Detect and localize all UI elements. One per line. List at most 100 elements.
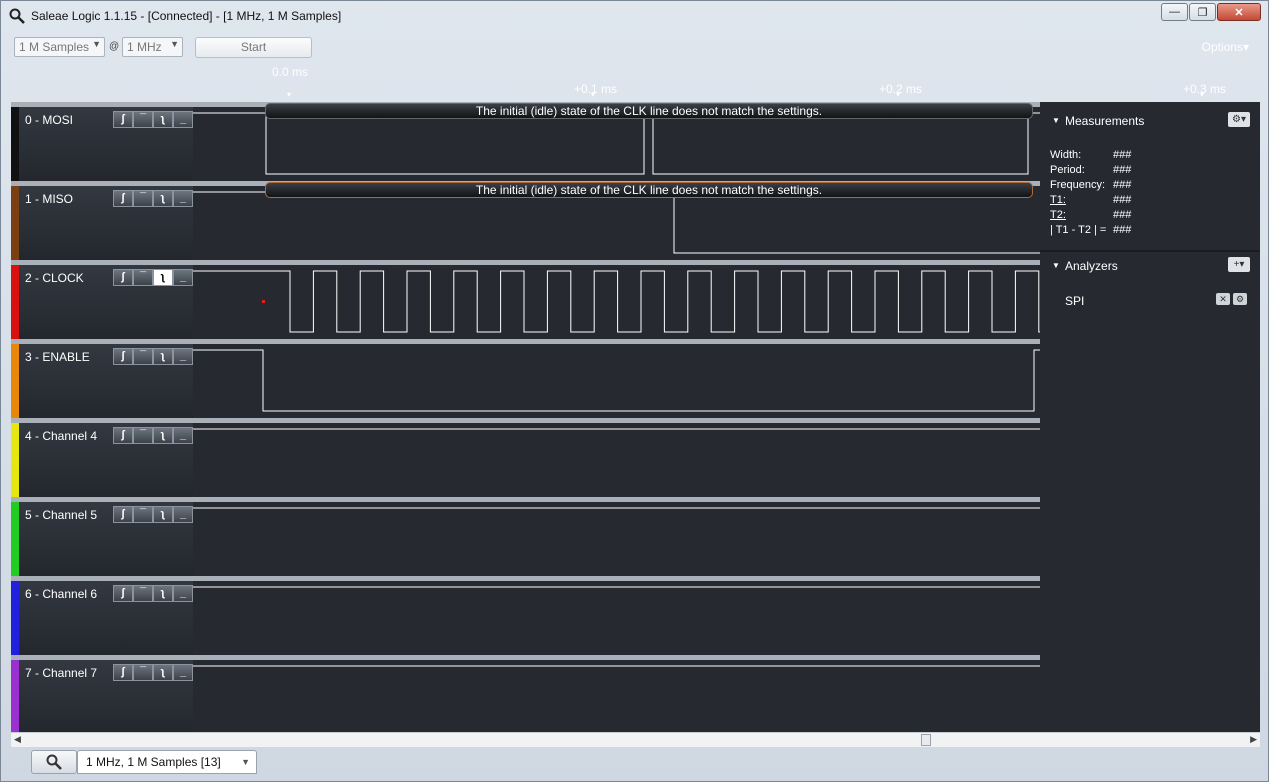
channel-label-box[interactable]: 7 - Channel 7 ʃ ¯ ʅ _ <box>19 660 193 734</box>
trigger-buttons: ʃ ¯ ʅ _ <box>113 585 193 602</box>
falling-edge-icon[interactable]: ʅ <box>153 585 173 602</box>
waveform-area[interactable] <box>193 581 1040 655</box>
channel-name: 5 - Channel 5 <box>25 508 98 522</box>
high-level-icon[interactable]: ¯ <box>133 506 153 523</box>
channel-label-box[interactable]: 1 - MISO ʃ ¯ ʅ _ <box>19 186 193 260</box>
measurements-header[interactable]: ▼ Measurements ⚙▾ <box>1040 108 1260 134</box>
samples-dropdown[interactable]: 1 M Samples ▼ <box>14 37 105 57</box>
falling-edge-icon[interactable]: ʅ <box>153 348 173 365</box>
measurement-value: ### <box>1113 224 1132 236</box>
falling-edge-icon[interactable]: ʅ <box>153 111 173 128</box>
channel-color-bar <box>11 186 19 260</box>
signal-trace <box>193 349 1040 412</box>
analyzers-header[interactable]: ▼ Analyzers +▾ <box>1040 253 1260 279</box>
channel-color-bar <box>11 265 19 339</box>
falling-edge-icon[interactable]: ʅ <box>153 269 173 286</box>
trigger-buttons: ʃ ¯ ʅ _ <box>113 111 193 128</box>
channel-label-box[interactable]: 3 - ENABLE ʃ ¯ ʅ _ <box>19 344 193 418</box>
low-level-icon[interactable]: _ <box>173 348 193 365</box>
low-level-icon[interactable]: _ <box>173 585 193 602</box>
measurement-label: Frequency: <box>1050 179 1106 191</box>
channel-name: 3 - ENABLE <box>25 350 90 364</box>
rising-edge-icon[interactable]: ʃ <box>113 427 133 444</box>
samples-value: 1 M Samples <box>19 40 90 54</box>
tick-marker-icon: ▾ <box>1200 90 1205 99</box>
channel-name: 7 - Channel 7 <box>25 666 98 680</box>
waveform-area[interactable] <box>193 265 1040 339</box>
chevron-down-icon[interactable]: ▼ <box>241 757 250 767</box>
analyzer-spi[interactable]: SPI <box>1065 294 1084 308</box>
gear-icon[interactable]: ⚙▾ <box>1228 112 1250 127</box>
tick-marker-icon: ▾ <box>896 90 901 99</box>
start-button[interactable]: Start <box>195 37 312 58</box>
measurement-label[interactable]: T1: <box>1050 194 1066 206</box>
measurement-row: Frequency: ### <box>1050 179 1131 191</box>
waveform-area[interactable]: The initial (idle) state of the CLK line… <box>193 182 1040 260</box>
channel-row: 7 - Channel 7 ʃ ¯ ʅ _ <box>11 655 1040 734</box>
minimize-button[interactable]: — <box>1161 3 1188 21</box>
high-level-icon[interactable]: ¯ <box>133 269 153 286</box>
add-analyzer-icon[interactable]: +▾ <box>1228 257 1250 272</box>
rising-edge-icon[interactable]: ʃ <box>113 585 133 602</box>
waveform-svg <box>193 507 1040 509</box>
title-bar: Saleae Logic 1.1.15 - [Connected] - [1 M… <box>1 1 1268 31</box>
scroll-thumb[interactable] <box>921 734 931 746</box>
gear-icon[interactable]: ⚙ <box>1233 293 1247 305</box>
measurement-row: T1: ### <box>1050 194 1131 206</box>
channel-color-bar <box>11 660 19 734</box>
high-level-icon[interactable]: ¯ <box>133 190 153 207</box>
chevron-down-icon: ▼ <box>92 39 101 49</box>
waveform-area[interactable] <box>193 660 1040 734</box>
trigger-buttons: ʃ ¯ ʅ _ <box>113 348 193 365</box>
measurement-label[interactable]: T2: <box>1050 209 1066 221</box>
high-level-icon[interactable]: ¯ <box>133 427 153 444</box>
low-level-icon[interactable]: _ <box>173 190 193 207</box>
channel-label-box[interactable]: 6 - Channel 6 ʃ ¯ ʅ _ <box>19 581 193 655</box>
rising-edge-icon[interactable]: ʃ <box>113 348 133 365</box>
channel-label-box[interactable]: 0 - MOSI ʃ ¯ ʅ _ <box>19 107 193 181</box>
high-level-icon[interactable]: ¯ <box>133 111 153 128</box>
high-level-icon[interactable]: ¯ <box>133 585 153 602</box>
toolbar: 1 M Samples ▼ @ 1 MHz ▼ Start Options▾ 0… <box>9 31 1261 101</box>
falling-edge-icon[interactable]: ʅ <box>153 506 173 523</box>
window-title: Saleae Logic 1.1.15 - [Connected] - [1 M… <box>31 9 342 23</box>
rising-edge-icon[interactable]: ʃ <box>113 506 133 523</box>
at-label: @ <box>109 41 120 52</box>
channel-label-box[interactable]: 2 - CLOCK ʃ ¯ ʅ _ <box>19 265 193 339</box>
close-button[interactable]: ✕ <box>1217 3 1261 21</box>
low-level-icon[interactable]: _ <box>173 427 193 444</box>
maximize-button[interactable]: ❐ <box>1189 3 1216 21</box>
options-menu[interactable]: Options▾ <box>1202 40 1249 54</box>
channel-row: 4 - Channel 4 ʃ ¯ ʅ _ <box>11 418 1040 497</box>
falling-edge-icon[interactable]: ʅ <box>153 427 173 444</box>
channel-label-box[interactable]: 5 - Channel 5 ʃ ¯ ʅ _ <box>19 502 193 576</box>
low-level-icon[interactable]: _ <box>173 664 193 681</box>
rising-edge-icon[interactable]: ʃ <box>113 190 133 207</box>
tab-capture[interactable]: 1 MHz, 1 M Samples [13] ▼ <box>77 750 257 774</box>
channel-name: 0 - MOSI <box>25 113 74 127</box>
low-level-icon[interactable]: _ <box>173 269 193 286</box>
horizontal-scrollbar[interactable]: ◀ ▶ <box>11 732 1260 747</box>
falling-edge-icon[interactable]: ʅ <box>153 664 173 681</box>
waveform-area[interactable]: The initial (idle) state of the CLK line… <box>193 103 1040 181</box>
search-icon[interactable] <box>31 750 77 774</box>
channel-name: 6 - Channel 6 <box>25 587 98 601</box>
low-level-icon[interactable]: _ <box>173 111 193 128</box>
rising-edge-icon[interactable]: ʃ <box>113 269 133 286</box>
sample-rate-dropdown[interactable]: 1 MHz ▼ <box>122 37 183 57</box>
waveform-area[interactable] <box>193 423 1040 497</box>
high-level-icon[interactable]: ¯ <box>133 664 153 681</box>
magnifier-app-icon <box>9 8 25 24</box>
channel-label-box[interactable]: 4 - Channel 4 ʃ ¯ ʅ _ <box>19 423 193 497</box>
waveform-area[interactable] <box>193 502 1040 576</box>
waveform-area[interactable] <box>193 344 1040 418</box>
close-icon[interactable]: ✕ <box>1216 293 1230 305</box>
high-level-icon[interactable]: ¯ <box>133 348 153 365</box>
low-level-icon[interactable]: _ <box>173 506 193 523</box>
rising-edge-icon[interactable]: ʃ <box>113 664 133 681</box>
falling-edge-icon[interactable]: ʅ <box>153 190 173 207</box>
scroll-right-icon[interactable]: ▶ <box>1250 734 1257 745</box>
channel-color-bar <box>11 344 19 418</box>
rising-edge-icon[interactable]: ʃ <box>113 111 133 128</box>
scroll-left-icon[interactable]: ◀ <box>14 734 21 745</box>
